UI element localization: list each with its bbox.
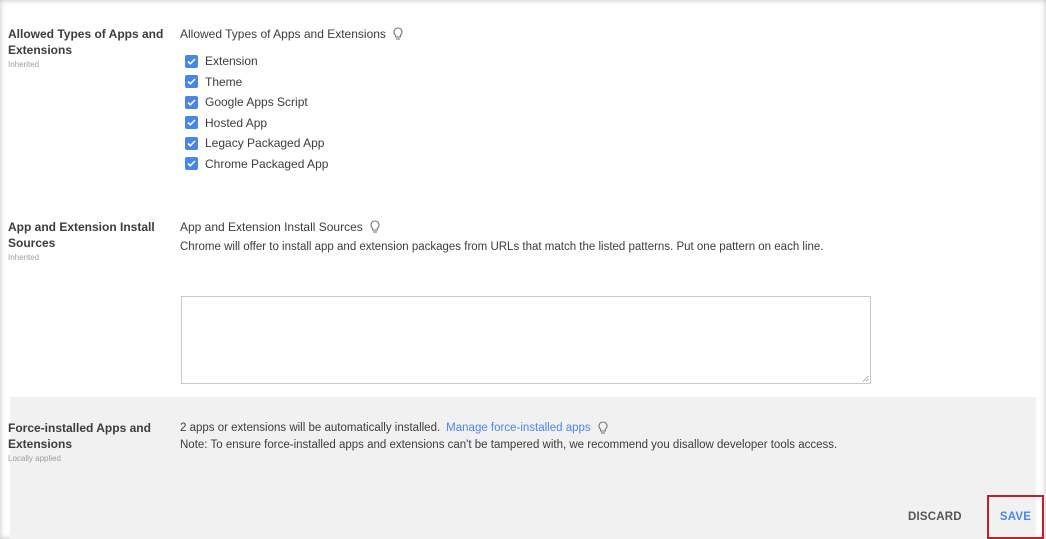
- save-button[interactable]: SAVE: [1000, 511, 1031, 523]
- checkbox-google-apps-script[interactable]: Google Apps Script: [185, 92, 404, 113]
- checkbox-checked-icon[interactable]: [185, 95, 198, 109]
- checkbox-checked-icon[interactable]: [185, 116, 198, 130]
- install-sources-textarea[interactable]: [181, 296, 871, 384]
- checkbox-label: Google Apps Script: [205, 95, 308, 110]
- checkbox-legacy-packaged-app[interactable]: Legacy Packaged App: [185, 133, 404, 154]
- allowed-types-title-row: Allowed Types of Apps and Extensions: [180, 26, 404, 42]
- install-sources-description: Chrome will offer to install app and ext…: [180, 241, 824, 253]
- lightbulb-icon[interactable]: [597, 421, 609, 435]
- install-sources-setting: App and Extension Install Sources Chrome…: [180, 219, 880, 257]
- checkbox-label: Legacy Packaged App: [205, 136, 325, 151]
- force-installed-left-label: Force-installed Apps and Extensions Loca…: [8, 420, 173, 464]
- discard-button[interactable]: DISCARD: [908, 511, 962, 523]
- force-installed-summary: 2 apps or extensions will be automatical…: [180, 422, 441, 434]
- lightbulb-icon[interactable]: [392, 27, 404, 41]
- policy-settings-panel: Allowed Types of Apps and Extensions Inh…: [0, 0, 1046, 539]
- checkbox-checked-icon[interactable]: [185, 75, 198, 89]
- allowed-types-checkbox-list: Extension Theme Google Apps Script Hoste…: [185, 51, 404, 174]
- checkbox-checked-icon[interactable]: [185, 54, 198, 68]
- force-installed-status: Locally applied: [8, 454, 61, 463]
- checkbox-label: Chrome Packaged App: [205, 156, 329, 171]
- checkbox-label: Theme: [205, 74, 243, 89]
- resize-grip-icon[interactable]: [862, 375, 869, 382]
- force-installed-setting: 2 apps or extensions will be automatical…: [180, 420, 900, 455]
- force-installed-summary-row: 2 apps or extensions will be automatical…: [180, 420, 900, 436]
- save-button-highlight: SAVE: [987, 495, 1044, 539]
- force-installed-left-title: Force-installed Apps and Extensions: [8, 421, 151, 451]
- checkbox-extension[interactable]: Extension: [185, 51, 404, 72]
- allowed-types-left-title: Allowed Types of Apps and Extensions: [8, 27, 164, 57]
- checkbox-chrome-packaged-app[interactable]: Chrome Packaged App: [185, 154, 404, 175]
- checkbox-theme[interactable]: Theme: [185, 72, 404, 93]
- install-sources-left-title: App and Extension Install Sources: [8, 220, 155, 250]
- allowed-types-left-label: Allowed Types of Apps and Extensions Inh…: [8, 26, 173, 70]
- checkbox-hosted-app[interactable]: Hosted App: [185, 113, 404, 134]
- force-installed-band: [10, 397, 1036, 539]
- install-sources-inheritance: Inherited: [8, 253, 40, 262]
- install-sources-left-label: App and Extension Install Sources Inheri…: [8, 219, 173, 263]
- checkbox-label: Hosted App: [205, 115, 268, 130]
- manage-force-installed-link[interactable]: Manage force-installed apps: [446, 420, 590, 436]
- allowed-types-setting: Allowed Types of Apps and Extensions Ext…: [180, 26, 404, 174]
- allowed-types-inheritance: Inherited: [8, 60, 40, 69]
- install-sources-title: App and Extension Install Sources: [180, 220, 363, 234]
- lightbulb-icon[interactable]: [369, 220, 381, 234]
- install-sources-title-row: App and Extension Install Sources: [180, 219, 880, 235]
- allowed-types-title: Allowed Types of Apps and Extensions: [180, 27, 386, 41]
- checkbox-label: Extension: [205, 54, 258, 69]
- checkbox-checked-icon[interactable]: [185, 157, 198, 171]
- checkbox-checked-icon[interactable]: [185, 136, 198, 150]
- force-installed-note: Note: To ensure force-installed apps and…: [180, 439, 838, 451]
